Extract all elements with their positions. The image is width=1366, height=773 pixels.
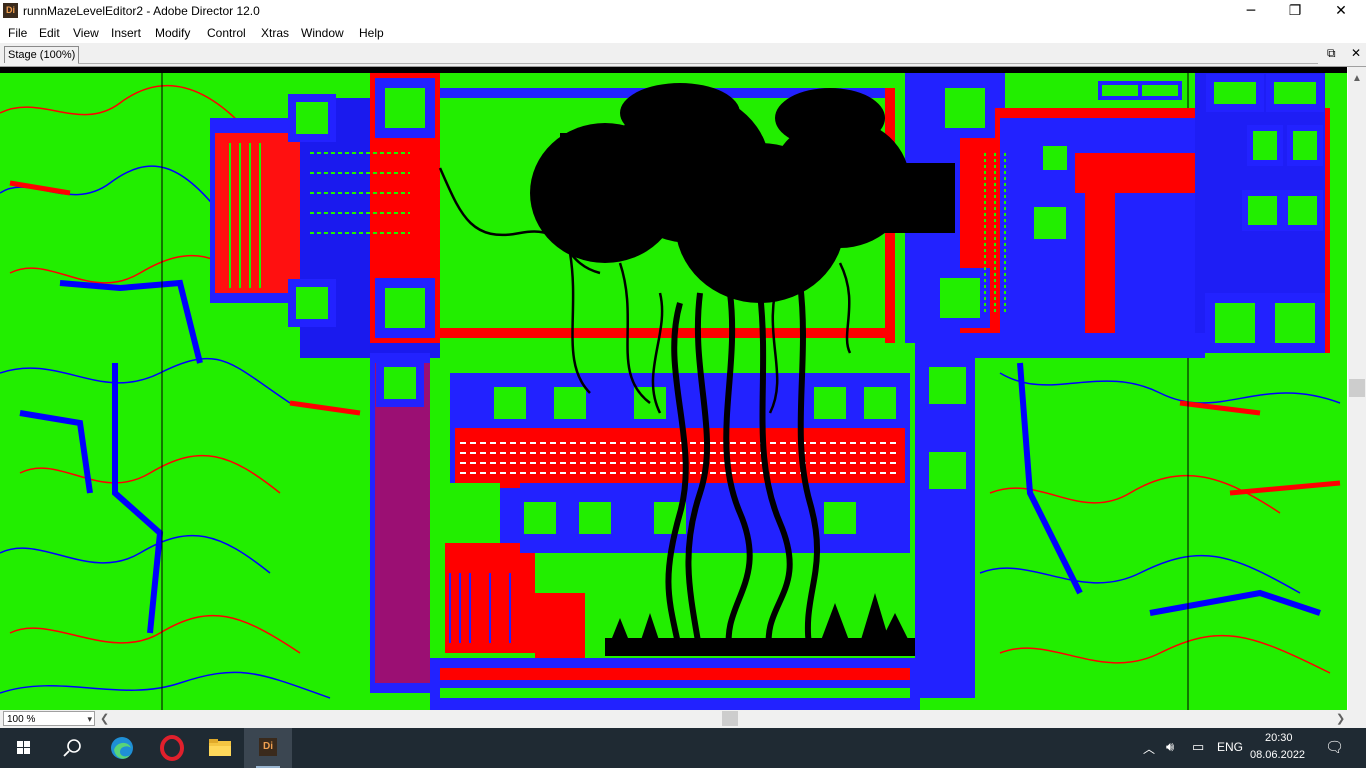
opera-icon xyxy=(160,735,184,761)
edge-icon xyxy=(111,737,133,759)
chevron-down-icon[interactable]: ▾ xyxy=(87,712,92,727)
close-button[interactable]: ✕ xyxy=(1318,0,1364,22)
language-indicator[interactable]: ENG xyxy=(1217,740,1243,754)
chevron-up-icon[interactable]: ︿ xyxy=(1143,740,1155,757)
scroll-left-arrow-icon[interactable]: ❮ xyxy=(100,712,109,725)
window-title: runnMazeLevelEditor2 - Adobe Director 12… xyxy=(23,4,260,18)
notification-icon[interactable]: 🗨︎ xyxy=(1325,738,1344,756)
scroll-up-arrow-icon[interactable]: ▲ xyxy=(1352,73,1362,84)
volume-icon[interactable]: 🔊︎ xyxy=(1166,739,1174,755)
clock-date[interactable]: 08.06.2022 xyxy=(1250,749,1305,761)
zoom-value: 100 % xyxy=(7,714,36,725)
menu-view[interactable]: View xyxy=(73,26,99,40)
stage-tab[interactable]: Stage (100%) xyxy=(4,46,80,63)
minimize-button[interactable]: ─ xyxy=(1228,0,1274,22)
opera-button[interactable] xyxy=(148,728,196,768)
close-icon[interactable]: ✕ xyxy=(1351,46,1361,60)
stage-canvas[interactable] xyxy=(0,73,1347,710)
search-button[interactable] xyxy=(48,728,96,768)
search-icon xyxy=(63,739,81,757)
scroll-right-arrow-icon[interactable]: ❯ xyxy=(1336,712,1345,725)
menu-insert[interactable]: Insert xyxy=(111,26,141,40)
menu-file[interactable]: File xyxy=(8,26,27,40)
restore-icon[interactable]: ⧉ xyxy=(1327,46,1336,61)
menu-xtras[interactable]: Xtras xyxy=(261,26,289,40)
maximize-button[interactable]: ❐ xyxy=(1272,0,1318,22)
vertical-scroll-thumb[interactable] xyxy=(1349,379,1365,397)
horizontal-scroll-thumb[interactable] xyxy=(722,711,738,726)
menu-help[interactable]: Help xyxy=(359,26,384,40)
maze-level-artwork xyxy=(0,73,1341,710)
file-explorer-button[interactable] xyxy=(196,728,244,768)
start-icon xyxy=(17,741,30,754)
stage-header: Stage (100%) ⧉ ✕ xyxy=(0,43,1366,67)
menu-window[interactable]: Window xyxy=(301,26,344,40)
stage-header-divider xyxy=(78,63,1318,64)
start-button[interactable] xyxy=(0,728,48,768)
menu-modify[interactable]: Modify xyxy=(155,26,190,40)
menu-control[interactable]: Control xyxy=(207,26,246,40)
director-icon: Di xyxy=(259,738,277,756)
menu-edit[interactable]: Edit xyxy=(39,26,60,40)
director-taskbar-button[interactable]: Di xyxy=(244,728,292,768)
windows-taskbar: Di ︿ 🔊︎ ▭ ENG 20:30 08.06.2022 🗨︎ xyxy=(0,728,1366,768)
stage-bottom-bar: 100 % ▾ ❮ ❯ xyxy=(0,710,1366,728)
edge-button[interactable] xyxy=(98,728,146,768)
clock-time[interactable]: 20:30 xyxy=(1265,732,1293,744)
tree-undergrowth xyxy=(605,593,915,656)
vertical-scrollbar[interactable]: ▲ xyxy=(1348,67,1366,710)
file-explorer-icon xyxy=(209,739,231,756)
menu-bar: File Edit View Insert Modify Control Xtr… xyxy=(0,22,1366,43)
zoom-select[interactable]: 100 % ▾ xyxy=(3,711,95,726)
network-icon[interactable]: ▭ xyxy=(1192,739,1204,755)
title-bar: Di runnMazeLevelEditor2 - Adobe Director… xyxy=(0,0,1366,22)
director-app-icon[interactable]: Di xyxy=(3,3,18,18)
